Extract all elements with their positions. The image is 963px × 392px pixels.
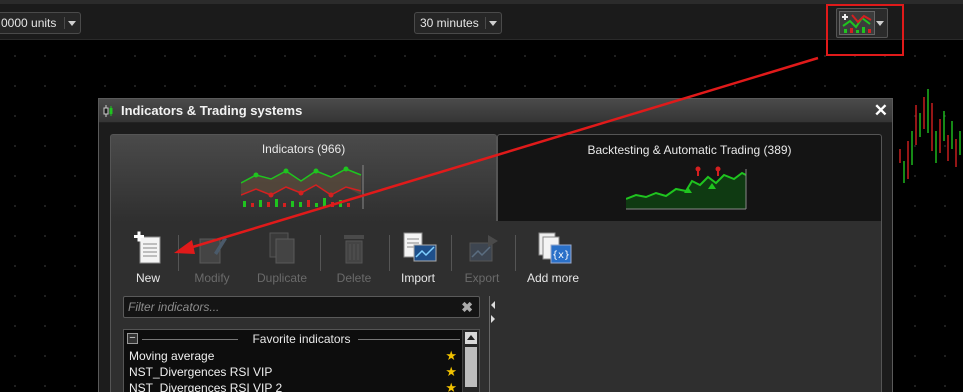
favorite-indicators-group[interactable]: − Favorite indicators [124, 330, 479, 348]
dialog-title: Indicators & Trading systems [121, 103, 303, 118]
duplicate-label: Duplicate [256, 271, 308, 285]
import-label: Import [400, 271, 435, 285]
import-button[interactable]: Import [386, 231, 450, 285]
scroll-up-icon[interactable] [465, 332, 477, 344]
duplicate-button[interactable]: Duplicate [250, 231, 314, 285]
indicator-name: NST_Divergences RSI VIP [129, 365, 273, 379]
tab-indicators[interactable]: Indicators (966) [110, 134, 497, 222]
tab-label: Indicators (966) [261, 142, 346, 156]
dialog-tabs: Indicators (966) Backtesting & Automatic… [110, 134, 882, 222]
new-button[interactable]: New [116, 231, 180, 285]
duplicate-icon [266, 231, 298, 265]
divider [142, 339, 238, 340]
filter-indicators-input[interactable]: Filter indicators... ✖ [123, 296, 480, 318]
modify-button[interactable]: Modify [180, 231, 244, 285]
new-label: New [135, 271, 160, 285]
chevron-down-icon [485, 17, 498, 29]
list-item[interactable]: NST_Divergences RSI VIP ★ [124, 364, 479, 380]
indicators-dialog: Indicators & Trading systems ✕ Indicator… [98, 98, 893, 392]
export-icon [466, 231, 498, 265]
modify-pencil-icon [196, 231, 228, 265]
divider [358, 339, 460, 340]
toolbar-separator [320, 235, 321, 271]
indicator-name: Moving average [129, 349, 215, 363]
new-document-icon [132, 231, 164, 265]
chart-toolbar: 0000 units 30 minutes [0, 0, 963, 40]
indicators-preview-icon [241, 165, 364, 209]
add-more-button[interactable]: {x} Add more [519, 231, 587, 285]
svg-text:{x}: {x} [552, 250, 570, 261]
import-icon [402, 231, 437, 265]
modify-label: Modify [194, 271, 230, 285]
star-icon[interactable]: ★ [445, 364, 457, 380]
candlestick-app-icon [103, 105, 113, 117]
units-value: 0000 units [1, 16, 57, 30]
units-dropdown[interactable]: 0000 units [0, 12, 81, 34]
add-more-label: Add more [526, 271, 580, 285]
panel-splitter[interactable] [489, 296, 497, 392]
chevron-down-icon [64, 17, 77, 29]
add-more-icon: {x} [537, 231, 572, 265]
indicators-list: − Favorite indicators Moving average ★ N… [123, 329, 480, 392]
indicator-name: NST_Divergences RSI VIP 2 [129, 381, 283, 392]
group-title: Favorite indicators [252, 332, 351, 346]
toolbar-separator [178, 235, 179, 271]
delete-label: Delete [336, 271, 372, 285]
list-item[interactable]: Moving average ★ [124, 348, 479, 364]
filter-placeholder: Filter indicators... [128, 300, 220, 314]
interval-dropdown[interactable]: 30 minutes [414, 12, 502, 34]
close-icon[interactable]: ✕ [874, 99, 888, 123]
toolbar-separator [515, 235, 516, 271]
export-button[interactable]: Export [450, 231, 514, 285]
dialog-titlebar[interactable]: Indicators & Trading systems ✕ [99, 99, 892, 123]
export-label: Export [464, 271, 500, 285]
indicators-pane: New Modify Duplicate Delete Import Expor… [110, 221, 882, 392]
star-icon[interactable]: ★ [445, 348, 457, 364]
scroll-thumb[interactable] [465, 347, 477, 387]
tab-label: Backtesting & Automatic Trading (389) [587, 143, 792, 157]
star-icon[interactable]: ★ [445, 380, 457, 392]
trash-icon [338, 231, 370, 265]
annotation-highlight-box [826, 4, 904, 56]
tab-backtesting[interactable]: Backtesting & Automatic Trading (389) [497, 134, 882, 222]
collapse-icon[interactable]: − [127, 333, 138, 344]
interval-value: 30 minutes [420, 16, 479, 30]
backtesting-preview-icon [626, 166, 747, 210]
delete-button[interactable]: Delete [322, 231, 386, 285]
clear-icon[interactable]: ✖ [461, 297, 473, 317]
list-item[interactable]: NST_Divergences RSI VIP 2 ★ [124, 380, 479, 392]
list-scrollbar[interactable] [462, 330, 479, 392]
